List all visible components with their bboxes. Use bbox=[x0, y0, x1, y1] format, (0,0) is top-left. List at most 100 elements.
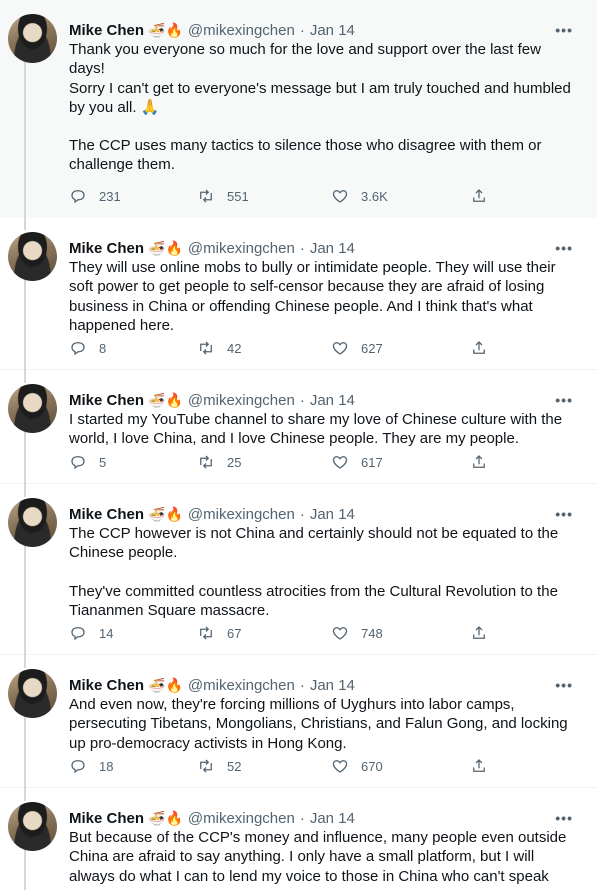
like-count: 617 bbox=[361, 454, 383, 470]
reply-button[interactable]: 8 bbox=[69, 339, 197, 357]
tweet[interactable]: Mike Chen 🍜🔥 @mikexingchen · Jan 14 ••• … bbox=[0, 655, 597, 801]
retweet-icon bbox=[200, 759, 212, 773]
tweet-actions: 8 42 627 bbox=[69, 339, 488, 357]
tweet-date[interactable]: Jan 14 bbox=[310, 22, 355, 39]
tweet-paragraph: And even now, they're forcing millions o… bbox=[69, 696, 572, 752]
reply-icon bbox=[71, 760, 85, 774]
tweet[interactable]: Mike Chen 🍜🔥 @mikexingchen · Jan 14 ••• … bbox=[0, 370, 597, 497]
avatar[interactable] bbox=[8, 384, 57, 433]
separator: · bbox=[299, 505, 305, 523]
retweet-button[interactable]: 551 bbox=[197, 187, 331, 205]
tweet-date[interactable]: Jan 14 bbox=[310, 392, 355, 409]
author-name[interactable]: Mike Chen bbox=[69, 810, 144, 827]
reply-count: 231 bbox=[99, 188, 121, 204]
name-emoji: 🍜🔥 bbox=[148, 676, 183, 693]
like-button[interactable]: 670 bbox=[331, 757, 470, 775]
avatar[interactable] bbox=[8, 232, 57, 281]
author-handle[interactable]: @mikexingchen bbox=[188, 392, 295, 409]
thread-connector bbox=[24, 218, 26, 230]
share-button[interactable] bbox=[470, 339, 488, 357]
author-handle[interactable]: @mikexingchen bbox=[188, 677, 295, 694]
retweet-count: 67 bbox=[227, 625, 242, 641]
tweet-text: I started my YouTube channel to share my… bbox=[69, 410, 577, 449]
share-button[interactable] bbox=[470, 757, 488, 775]
share-button[interactable] bbox=[470, 187, 488, 205]
more-icon[interactable]: ••• bbox=[555, 392, 573, 408]
thread-connector bbox=[24, 55, 26, 225]
tweet[interactable]: Mike Chen 🍜🔥 @mikexingchen · Jan 14 ••• … bbox=[0, 218, 597, 383]
tweet-header: Mike Chen 🍜🔥 @mikexingchen · Jan 14 bbox=[69, 675, 577, 695]
author-name[interactable]: Mike Chen bbox=[69, 392, 144, 409]
tweet[interactable]: Mike Chen 🍜🔥 @mikexingchen · Jan 14 ••• … bbox=[0, 484, 597, 668]
reply-button[interactable]: 18 bbox=[69, 757, 197, 775]
name-emoji: 🍜🔥 bbox=[148, 239, 183, 256]
like-icon bbox=[332, 342, 348, 355]
tweet-header: Mike Chen 🍜🔥 @mikexingchen · Jan 14 bbox=[69, 808, 577, 828]
retweet-button[interactable]: 25 bbox=[197, 453, 331, 471]
separator: · bbox=[299, 809, 305, 827]
author-name[interactable]: Mike Chen bbox=[69, 22, 144, 39]
thread-connector bbox=[24, 484, 26, 496]
tweet-text: Thank you everyone so much for the love … bbox=[69, 40, 577, 175]
tweet-paragraph: They've committed countless atrocities f… bbox=[69, 582, 562, 619]
tweet-date[interactable]: Jan 14 bbox=[310, 506, 355, 523]
reply-icon bbox=[71, 342, 85, 356]
reply-count: 5 bbox=[99, 454, 107, 470]
name-emoji: 🍜🔥 bbox=[148, 391, 183, 408]
retweet-button[interactable]: 67 bbox=[197, 624, 331, 642]
share-button[interactable] bbox=[470, 624, 488, 642]
like-button[interactable]: 627 bbox=[331, 339, 470, 357]
tweet[interactable]: Mike Chen 🍜🔥 @mikexingchen · Jan 14 ••• … bbox=[0, 788, 597, 890]
like-button[interactable]: 748 bbox=[331, 624, 470, 642]
thread-connector bbox=[24, 655, 26, 667]
author-handle[interactable]: @mikexingchen bbox=[188, 810, 295, 827]
author-name[interactable]: Mike Chen bbox=[69, 240, 144, 257]
like-button[interactable]: 3.6K bbox=[331, 187, 470, 205]
author-handle[interactable]: @mikexingchen bbox=[188, 506, 295, 523]
author-name[interactable]: Mike Chen bbox=[69, 677, 144, 694]
tweet-thread: Mike Chen 🍜🔥 @mikexingchen · Jan 14 ••• … bbox=[0, 0, 597, 890]
tweet-text: But because of the CCP's money and influ… bbox=[69, 828, 577, 890]
share-icon bbox=[473, 189, 485, 202]
name-emoji: 🍜🔥 bbox=[148, 21, 183, 38]
tweet-date[interactable]: Jan 14 bbox=[310, 810, 355, 827]
retweet-button[interactable]: 52 bbox=[197, 757, 331, 775]
like-icon bbox=[332, 190, 348, 203]
author-name[interactable]: Mike Chen bbox=[69, 506, 144, 523]
thread-connector bbox=[24, 273, 26, 383]
more-icon[interactable]: ••• bbox=[555, 810, 573, 826]
reply-button[interactable]: 5 bbox=[69, 453, 197, 471]
tweet-date[interactable]: Jan 14 bbox=[310, 677, 355, 694]
like-icon bbox=[332, 456, 348, 469]
more-icon[interactable]: ••• bbox=[555, 677, 573, 693]
tweet-text: The CCP however is not China and certain… bbox=[69, 524, 577, 620]
retweet-icon bbox=[200, 455, 212, 469]
tweet-actions: 5 25 617 bbox=[69, 453, 488, 471]
tweet-text: They will use online mobs to bully or in… bbox=[69, 258, 577, 335]
author-handle[interactable]: @mikexingchen bbox=[188, 240, 295, 257]
avatar[interactable] bbox=[8, 802, 57, 851]
avatar[interactable] bbox=[8, 669, 57, 718]
like-count: 748 bbox=[361, 625, 383, 641]
more-icon[interactable]: ••• bbox=[555, 22, 573, 38]
avatar[interactable] bbox=[8, 498, 57, 547]
author-handle[interactable]: @mikexingchen bbox=[188, 22, 295, 39]
like-button[interactable]: 617 bbox=[331, 453, 470, 471]
tweet[interactable]: Mike Chen 🍜🔥 @mikexingchen · Jan 14 ••• … bbox=[0, 0, 597, 225]
more-icon[interactable]: ••• bbox=[555, 240, 573, 256]
tweet-actions: 231 551 3.6K bbox=[69, 187, 488, 205]
reply-count: 18 bbox=[99, 758, 114, 774]
share-button[interactable] bbox=[470, 453, 488, 471]
tweet-actions: 18 52 670 bbox=[69, 757, 488, 775]
retweet-button[interactable]: 42 bbox=[197, 339, 331, 357]
tweet-paragraph: Thank you everyone so much for the love … bbox=[69, 41, 571, 116]
tweet-date[interactable]: Jan 14 bbox=[310, 240, 355, 257]
like-icon bbox=[332, 760, 348, 773]
retweet-icon bbox=[200, 341, 212, 355]
reply-button[interactable]: 14 bbox=[69, 624, 197, 642]
reply-icon bbox=[71, 456, 85, 470]
avatar[interactable] bbox=[8, 14, 57, 63]
reply-button[interactable]: 231 bbox=[69, 187, 197, 205]
share-icon bbox=[473, 341, 485, 354]
more-icon[interactable]: ••• bbox=[555, 506, 573, 522]
